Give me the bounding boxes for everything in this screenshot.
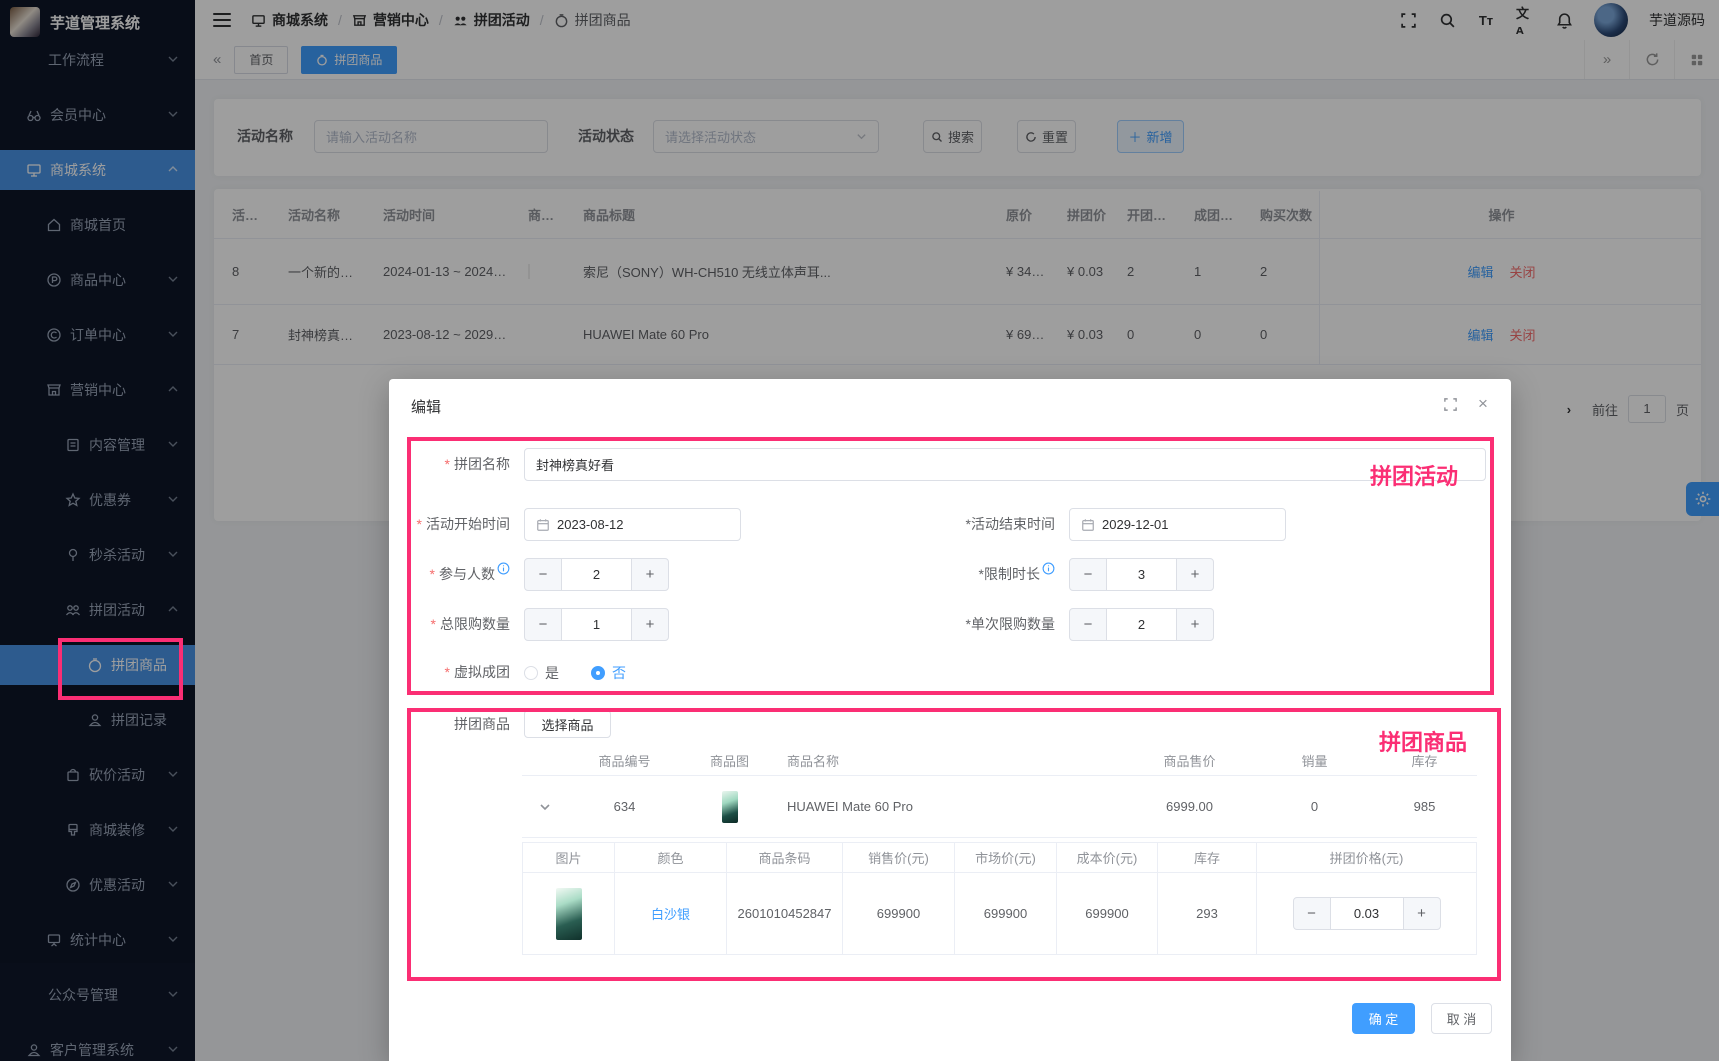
group-price-stepper: − 0.03 + <box>1293 897 1441 930</box>
groupon-goods-label: 拼团商品 <box>389 708 510 741</box>
minus-icon[interactable]: − <box>1294 898 1330 929</box>
duration-limit-label: *限制时长 <box>875 558 1055 591</box>
radio-yes[interactable]: 是 <box>524 663 559 683</box>
dialog-fullscreen-icon[interactable] <box>1442 396 1458 412</box>
end-date-input[interactable]: 2029-12-01 <box>1069 508 1286 541</box>
expand-row-icon[interactable] <box>522 801 567 813</box>
duration-value[interactable]: 3 <box>1106 559 1177 590</box>
select-goods-button[interactable]: 选择商品 <box>524 710 611 738</box>
sku-color-link[interactable]: 白沙银 <box>615 873 727 955</box>
groupon-name-label: *拼团名称 <box>389 448 510 481</box>
end-date-label: *活动结束时间 <box>875 508 1055 541</box>
total-limit-label: *总限购数量 <box>389 608 510 641</box>
edit-dialog: 编辑 × *拼团名称 封神榜真好看 *活动开始时间 2023-08-12 *活动… <box>389 379 1511 1061</box>
plus-icon[interactable]: + <box>1177 609 1213 640</box>
sku-table: 图片 颜色 商品条码 销售价(元) 市场价(元) 成本价(元) 库存 拼团价格(… <box>522 842 1477 955</box>
start-date-label: *活动开始时间 <box>389 508 510 541</box>
info-icon[interactable] <box>1042 562 1055 575</box>
minus-icon[interactable]: − <box>1070 559 1106 590</box>
plus-icon[interactable]: + <box>1177 559 1213 590</box>
app-root: 芋道管理系统 工作流程会员中心商城系统商城首页商品中心订单中心营销中心内容管理优… <box>0 0 1719 1061</box>
group-price-value[interactable]: 0.03 <box>1330 898 1404 929</box>
total-limit-value[interactable]: 1 <box>561 609 632 640</box>
single-limit-stepper: − 2 + <box>1069 608 1214 641</box>
minus-icon[interactable]: − <box>1070 609 1106 640</box>
participants-label: *参与人数 <box>389 558 510 591</box>
dialog-close-icon[interactable]: × <box>1475 396 1491 412</box>
minus-icon[interactable]: − <box>525 609 561 640</box>
confirm-button[interactable]: 确 定 <box>1352 1003 1415 1034</box>
calendar-icon <box>1081 518 1095 532</box>
plus-icon[interactable]: + <box>632 609 668 640</box>
product-table: 商品编号 商品图 商品名称 商品售价 销量 库存 634 HUAWEI Mate… <box>522 746 1477 838</box>
info-icon[interactable] <box>497 562 510 575</box>
phone-image <box>556 888 582 940</box>
minus-icon[interactable]: − <box>525 559 561 590</box>
radio-icon <box>591 666 605 680</box>
dialog-title: 编辑 <box>411 396 441 417</box>
calendar-icon <box>536 518 550 532</box>
dialog-tools: × <box>1442 396 1491 412</box>
virtual-group-radios: 是 否 <box>524 656 626 689</box>
radio-no[interactable]: 否 <box>591 663 626 683</box>
virtual-group-label: *虚拟成团 <box>389 656 510 689</box>
total-limit-stepper: − 1 + <box>524 608 669 641</box>
product-row: 634 HUAWEI Mate 60 Pro 6999.00 0 985 <box>522 776 1477 838</box>
participants-value[interactable]: 2 <box>561 559 632 590</box>
single-limit-value[interactable]: 2 <box>1106 609 1177 640</box>
radio-icon <box>524 666 538 680</box>
plus-icon[interactable]: + <box>632 559 668 590</box>
participants-stepper: − 2 + <box>524 558 669 591</box>
sku-table-header: 图片 颜色 商品条码 销售价(元) 市场价(元) 成本价(元) 库存 拼团价格(… <box>523 843 1476 873</box>
cancel-button[interactable]: 取 消 <box>1431 1003 1492 1034</box>
single-limit-label: *单次限购数量 <box>875 608 1055 641</box>
groupon-name-input[interactable]: 封神榜真好看 <box>524 448 1486 481</box>
phone-image <box>722 791 738 823</box>
product-table-header: 商品编号 商品图 商品名称 商品售价 销量 库存 <box>522 746 1477 776</box>
start-date-input[interactable]: 2023-08-12 <box>524 508 741 541</box>
plus-icon[interactable]: + <box>1404 898 1440 929</box>
sku-row: 白沙银 2601010452847 699900 699900 699900 2… <box>523 873 1476 955</box>
duration-stepper: − 3 + <box>1069 558 1214 591</box>
